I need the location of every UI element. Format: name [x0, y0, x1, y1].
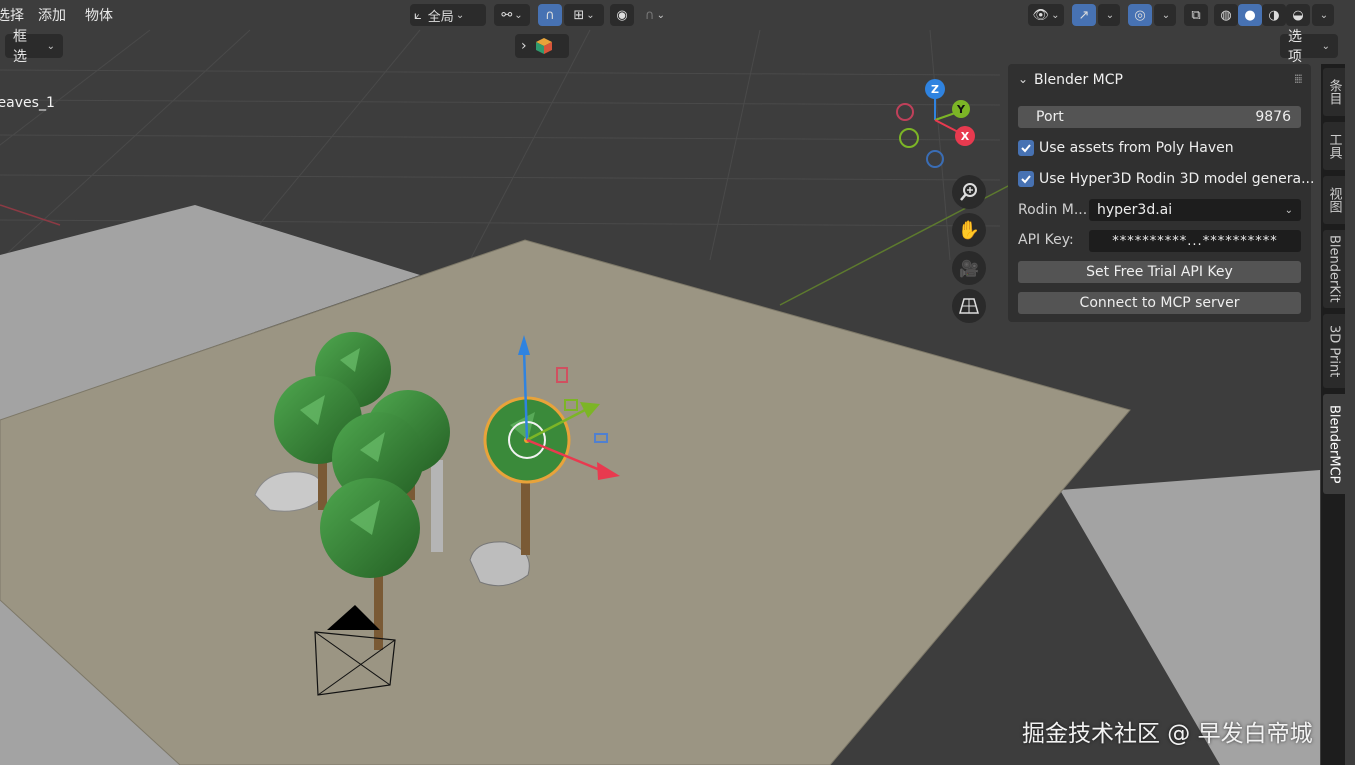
orientation-icon: ⟀: [414, 7, 422, 23]
poly-haven-checkbox[interactable]: [1018, 140, 1034, 156]
poly-haven-checkbox-row[interactable]: Use assets from Poly Haven: [1018, 137, 1234, 159]
options-dropdown[interactable]: 选项 ⌄: [1280, 29, 1338, 65]
api-key-label: API Key:: [1018, 232, 1074, 248]
chevron-down-icon: ⌄: [1321, 40, 1330, 52]
port-field[interactable]: Port 9876: [1018, 106, 1301, 128]
chevron-down-icon: ⌄: [1319, 9, 1329, 21]
pivot-point-dropdown[interactable]: ⚯ ⌄: [494, 4, 530, 26]
chevron-down-icon: ⌄: [656, 9, 665, 21]
pan-button[interactable]: ✋: [952, 213, 986, 247]
panel-drag-handle-icon[interactable]: ⁞⁞⁞⁞: [1294, 72, 1303, 86]
viewport-header: 选择 添加 物体 ⟀ 全局 ⌄ ⚯ ⌄ ∩ ⊞ ⌄ ◉ ∩ ⌄ 👁 ⌄ ↗ ⌄ ◎ ⌄ …: [0, 0, 1355, 30]
connect-mcp-server-button[interactable]: Connect to MCP server: [1018, 292, 1301, 314]
hand-icon: ✋: [957, 219, 981, 241]
gizmo-icon: ↗: [1078, 7, 1090, 23]
eye-icon: 👁: [1032, 7, 1050, 23]
options-label: 选项: [1288, 29, 1302, 65]
checkmark-icon: [1021, 175, 1031, 184]
menu-add[interactable]: 添加: [38, 5, 66, 25]
hyper3d-checkbox[interactable]: [1018, 171, 1034, 187]
chevron-down-icon: ⌄: [46, 40, 55, 52]
transform-orientation-value: 全局: [427, 9, 454, 25]
tab-3d-print[interactable]: 3D Print: [1323, 314, 1345, 388]
overlays-toggle[interactable]: ◎: [1128, 4, 1152, 26]
snap-toggle[interactable]: ∩: [538, 4, 562, 26]
rodin-mode-value: hyper3d.ai: [1097, 202, 1173, 218]
chevron-right-icon: ›: [521, 38, 527, 54]
tab-tool[interactable]: 工具: [1323, 122, 1345, 170]
chevron-down-icon: ⌄: [514, 9, 523, 21]
proportional-falloff-dropdown[interactable]: ∩ ⌄: [638, 4, 672, 26]
material-preview-shading-button[interactable]: ◑: [1262, 4, 1286, 26]
menu-select[interactable]: 选择: [0, 5, 24, 25]
gizmo-toggle[interactable]: ↗: [1072, 4, 1096, 26]
addon-cube-icon: [535, 38, 552, 54]
zoom-icon: [960, 183, 977, 201]
tab-view[interactable]: 视图: [1323, 176, 1345, 224]
perspective-toggle-button[interactable]: [952, 289, 986, 323]
material-sphere-icon: ◑: [1268, 7, 1280, 23]
xray-toggle[interactable]: ⧉: [1184, 4, 1208, 26]
magnet-icon: ∩: [545, 7, 555, 23]
chevron-down-icon: ⌄: [1051, 9, 1060, 21]
sidebar-tabs: 条目 工具 视图 BlenderKit 3D Print BlenderMCP: [1321, 64, 1345, 765]
transform-orientation-dropdown[interactable]: ⟀ 全局 ⌄: [410, 4, 486, 26]
tab-blenderkit[interactable]: BlenderKit: [1323, 230, 1345, 308]
falloff-curve-icon: ∩: [645, 7, 655, 23]
active-object-name: Leaves_1: [0, 95, 55, 111]
wireframe-sphere-icon: ◍: [1220, 7, 1232, 23]
poly-haven-label: Use assets from Poly Haven: [1039, 140, 1234, 156]
wireframe-shading-button[interactable]: ◍: [1214, 4, 1238, 26]
blender-mcp-panel: ⌄ Blender MCP ⁞⁞⁞⁞ Port 9876 Use assets …: [1008, 64, 1314, 322]
chevron-down-icon: ⌄: [455, 9, 465, 21]
port-value: 9876: [1255, 109, 1291, 125]
chevron-down-icon: ⌄: [1284, 204, 1293, 216]
chevron-down-icon: ⌄: [586, 9, 595, 21]
zoom-button[interactable]: [952, 175, 986, 209]
gizmo-dropdown[interactable]: ⌄: [1098, 4, 1120, 26]
toolbar-expand-button[interactable]: ›: [515, 34, 569, 58]
rendered-sphere-icon: ◒: [1292, 7, 1304, 23]
tab-blendermcp[interactable]: BlenderMCP: [1323, 394, 1345, 494]
pivot-icon: ⚯: [501, 7, 513, 23]
checkmark-icon: [1021, 144, 1031, 153]
gizmo-x-label: X: [961, 130, 970, 143]
hyper3d-checkbox-row[interactable]: Use Hyper3D Rodin 3D model genera...: [1018, 168, 1314, 190]
hyper3d-label: Use Hyper3D Rodin 3D model genera...: [1039, 171, 1315, 187]
snap-increment-icon: ⊞: [573, 7, 585, 23]
visibility-dropdown[interactable]: 👁 ⌄: [1028, 4, 1064, 26]
solid-sphere-icon: ●: [1244, 7, 1256, 23]
set-free-trial-api-key-button[interactable]: Set Free Trial API Key: [1018, 261, 1301, 283]
select-mode-value: 框选: [13, 29, 27, 65]
panel-title[interactable]: Blender MCP: [1034, 72, 1123, 88]
pole[interactable]: [431, 460, 443, 552]
snap-target-dropdown[interactable]: ⊞ ⌄: [564, 4, 604, 26]
api-key-field[interactable]: **********...**********: [1089, 230, 1301, 252]
chevron-down-icon: ⌄: [1105, 9, 1115, 21]
select-mode-dropdown[interactable]: 框选 ⌄: [5, 29, 63, 65]
menu-object[interactable]: 物体: [85, 5, 113, 25]
proportional-editing-icon: ◉: [616, 7, 628, 23]
camera-icon: 🎥: [959, 258, 979, 278]
gizmo-z-label: Z: [931, 83, 939, 96]
port-label: Port: [1036, 109, 1064, 125]
rodin-mode-label: Rodin M...: [1018, 202, 1088, 218]
chevron-down-icon: ⌄: [1161, 9, 1171, 21]
rodin-mode-dropdown[interactable]: hyper3d.ai ⌄: [1089, 199, 1301, 221]
shading-dropdown[interactable]: ⌄: [1312, 4, 1334, 26]
solid-shading-button[interactable]: ●: [1238, 4, 1262, 26]
xray-icon: ⧉: [1191, 7, 1201, 23]
panel-collapse-chevron-icon[interactable]: ⌄: [1018, 72, 1028, 86]
proportional-editing-toggle[interactable]: ◉: [610, 4, 634, 26]
tab-item[interactable]: 条目: [1323, 68, 1345, 116]
camera-view-button[interactable]: 🎥: [952, 251, 986, 285]
overlays-icon: ◎: [1134, 7, 1146, 23]
gizmo-y-label: Y: [956, 103, 966, 116]
watermark: 掘金技术社区 @ 早发白帝城: [1022, 721, 1313, 747]
rendered-shading-button[interactable]: ◒: [1286, 4, 1310, 26]
rock-2[interactable]: [469, 541, 530, 587]
overlays-dropdown[interactable]: ⌄: [1154, 4, 1176, 26]
grid-perspective-icon: [959, 298, 979, 314]
